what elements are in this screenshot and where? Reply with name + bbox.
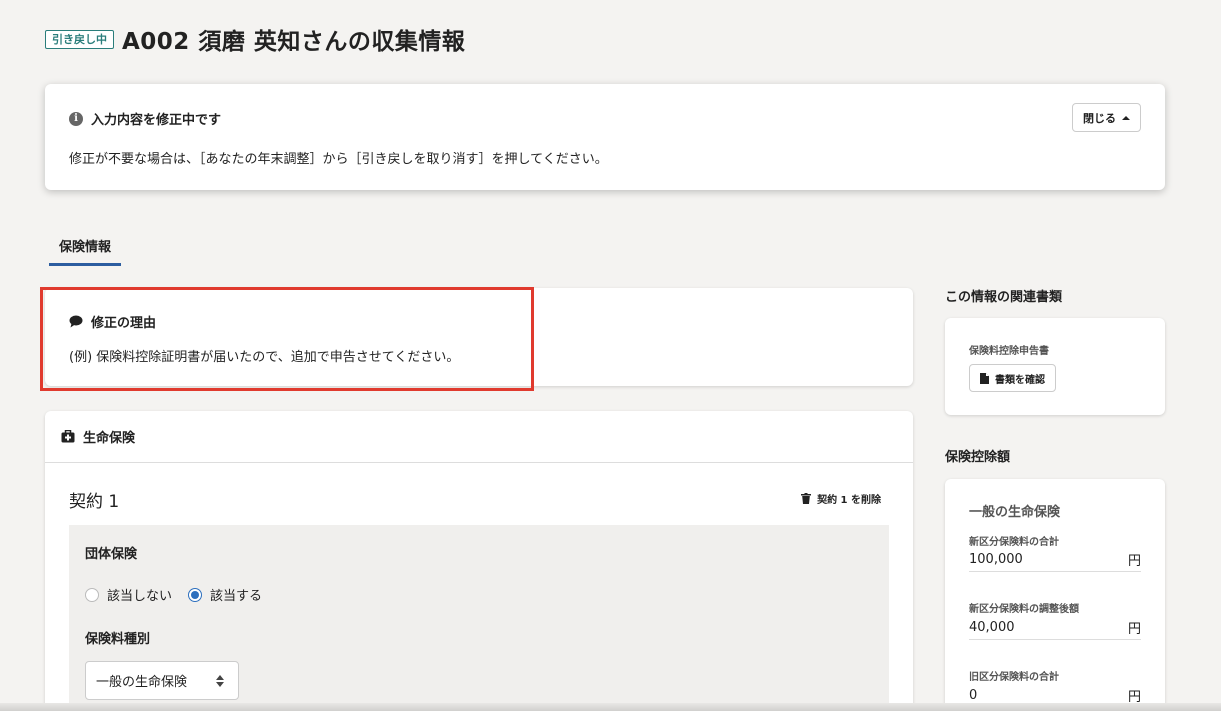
document-icon <box>980 372 989 384</box>
editing-notice: i 入力内容を修正中です 修正が不要な場合は、［あなたの年末調整］から［引き戻し… <box>45 84 1165 190</box>
trash-icon <box>801 493 812 504</box>
highlight-box <box>40 287 534 391</box>
delete-contract-label: 契約 1 を削除 <box>817 495 881 506</box>
close-button[interactable]: 閉じる <box>1072 103 1141 132</box>
life-insurance-title: 生命保険 <box>83 431 136 446</box>
new-premium-total-label: 新区分保険料の合計 <box>969 537 1059 548</box>
close-button-label: 閉じる <box>1083 111 1116 125</box>
contract-form-panel: 団体保険 該当しない 該当する 保険料種別 一般の生命保険 <box>69 525 889 711</box>
premium-type-select[interactable]: 一般の生命保険 <box>85 661 239 700</box>
contract-title: 契約 1 <box>69 492 120 512</box>
select-arrows-icon <box>216 675 224 687</box>
premium-type-value: 一般の生命保険 <box>96 675 188 690</box>
premium-type-label: 保険料種別 <box>85 632 151 647</box>
notice-header: i 入力内容を修正中です <box>69 109 221 128</box>
old-premium-total-label: 旧区分保険料の合計 <box>969 672 1059 683</box>
bottom-fade <box>0 703 1221 711</box>
new-premium-total-value: 100,000 <box>969 552 1023 567</box>
life-insurance-card: 生命保険 契約 1 契約 1 を削除 団体保険 該当しない 該当する 保険料種別… <box>45 411 913 711</box>
new-premium-total-field: 100,000 円 <box>969 548 1141 572</box>
doc-name: 保険料控除申告書 <box>969 346 1049 357</box>
life-insurance-header: 生命保険 <box>45 411 913 463</box>
general-life-insurance-heading: 一般の生命保険 <box>969 505 1061 520</box>
deduction-card: 一般の生命保険 新区分保険料の合計 100,000 円 新区分保険料の調整後額 … <box>945 479 1165 711</box>
group-insurance-radio-group: 該当しない 該当する <box>85 585 262 604</box>
notice-title: 入力内容を修正中です <box>91 113 222 128</box>
deduction-heading: 保険控除額 <box>945 450 1011 465</box>
radio-not-applicable-label: 該当しない <box>107 589 173 604</box>
new-premium-adjusted-label: 新区分保険料の調整後額 <box>969 604 1079 615</box>
page-header: 引き戻し中 A002 須磨 英知さんの収集情報 <box>45 22 465 56</box>
new-premium-adjusted-value: 40,000 <box>969 620 1015 635</box>
radio-applicable[interactable] <box>188 587 203 602</box>
page-title: A002 須磨 英知さんの収集情報 <box>122 29 466 55</box>
new-premium-adjusted-field: 40,000 円 <box>969 616 1141 640</box>
radio-applicable-label: 該当する <box>210 589 263 604</box>
caret-up-icon <box>1122 115 1130 120</box>
delete-contract-button[interactable]: 契約 1 を削除 <box>801 491 881 506</box>
group-insurance-label: 団体保険 <box>85 547 138 562</box>
new-premium-total-unit: 円 <box>1127 554 1141 569</box>
check-document-label: 書類を確認 <box>995 374 1045 386</box>
tab-label: 保険情報 <box>58 240 111 255</box>
first-aid-icon <box>61 430 75 443</box>
notice-body: 修正が不要な場合は、［あなたの年末調整］から［引き戻しを取り消す］を押してくださ… <box>69 152 608 167</box>
info-icon: i <box>69 111 83 126</box>
new-premium-adjusted-unit: 円 <box>1127 622 1141 637</box>
related-docs-heading: この情報の関連書類 <box>945 290 1063 305</box>
old-premium-total-value: 0 <box>969 688 978 703</box>
check-document-button[interactable]: 書類を確認 <box>969 364 1056 392</box>
tab-insurance-info[interactable]: 保険情報 <box>49 236 121 266</box>
radio-not-applicable[interactable] <box>85 587 99 602</box>
status-badge: 引き戻し中 <box>45 29 114 49</box>
related-docs-card: 保険料控除申告書 書類を確認 <box>945 318 1165 415</box>
